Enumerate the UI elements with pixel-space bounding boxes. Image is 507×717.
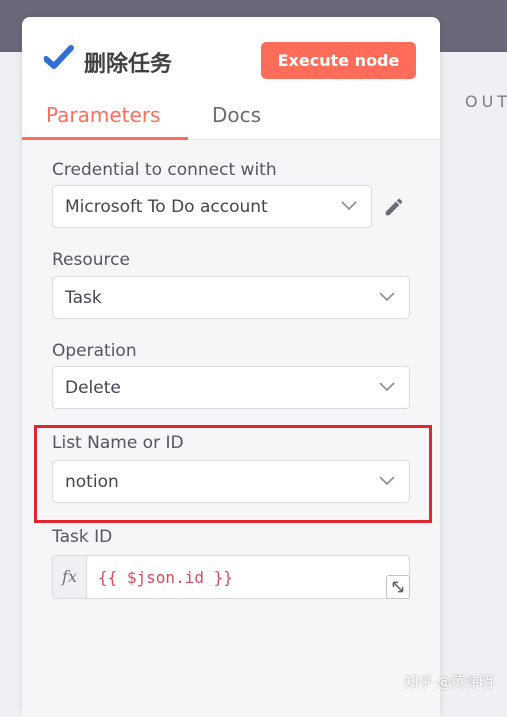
chevron-down-icon	[379, 382, 395, 392]
chevron-down-icon	[379, 476, 395, 486]
credential-select[interactable]: Microsoft To Do account	[52, 185, 372, 228]
chevron-down-icon	[341, 201, 357, 211]
node-title: 删除任务	[84, 52, 173, 77]
credential-value: Microsoft To Do account	[65, 197, 268, 217]
operation-value: Delete	[65, 378, 121, 398]
operation-label: Operation	[52, 341, 137, 361]
pencil-icon[interactable]	[383, 196, 405, 218]
task-id-label: Task ID	[52, 527, 113, 547]
panel-header: 删除任务 Execute node	[22, 17, 440, 87]
execute-node-button[interactable]: Execute node	[261, 42, 416, 79]
list-value: notion	[65, 472, 119, 492]
expand-icon[interactable]	[386, 575, 410, 599]
chevron-down-icon	[379, 292, 395, 302]
resource-label: Resource	[52, 250, 130, 270]
tab-parameters[interactable]: Parameters	[46, 103, 160, 127]
credential-label: Credential to connect with	[52, 160, 277, 180]
fx-icon: fx	[53, 556, 87, 598]
tab-docs[interactable]: Docs	[212, 103, 261, 127]
list-select[interactable]: notion	[52, 460, 410, 503]
node-settings-panel: 删除任务 Execute node Parameters Docs Creden…	[22, 17, 440, 717]
list-label: List Name or ID	[52, 433, 184, 453]
check-icon	[44, 45, 74, 69]
resource-select[interactable]: Task	[52, 276, 410, 319]
task-id-value: {{ $json.id }}	[98, 568, 233, 587]
resource-value: Task	[65, 288, 102, 308]
watermark: 知乎 @黄伟明	[404, 675, 493, 691]
task-id-expression-input[interactable]: fx {{ $json.id }}	[52, 555, 410, 599]
output-panel-label: OUT	[465, 92, 507, 111]
tab-bar: Parameters Docs	[22, 97, 440, 203]
operation-select[interactable]: Delete	[52, 366, 410, 409]
